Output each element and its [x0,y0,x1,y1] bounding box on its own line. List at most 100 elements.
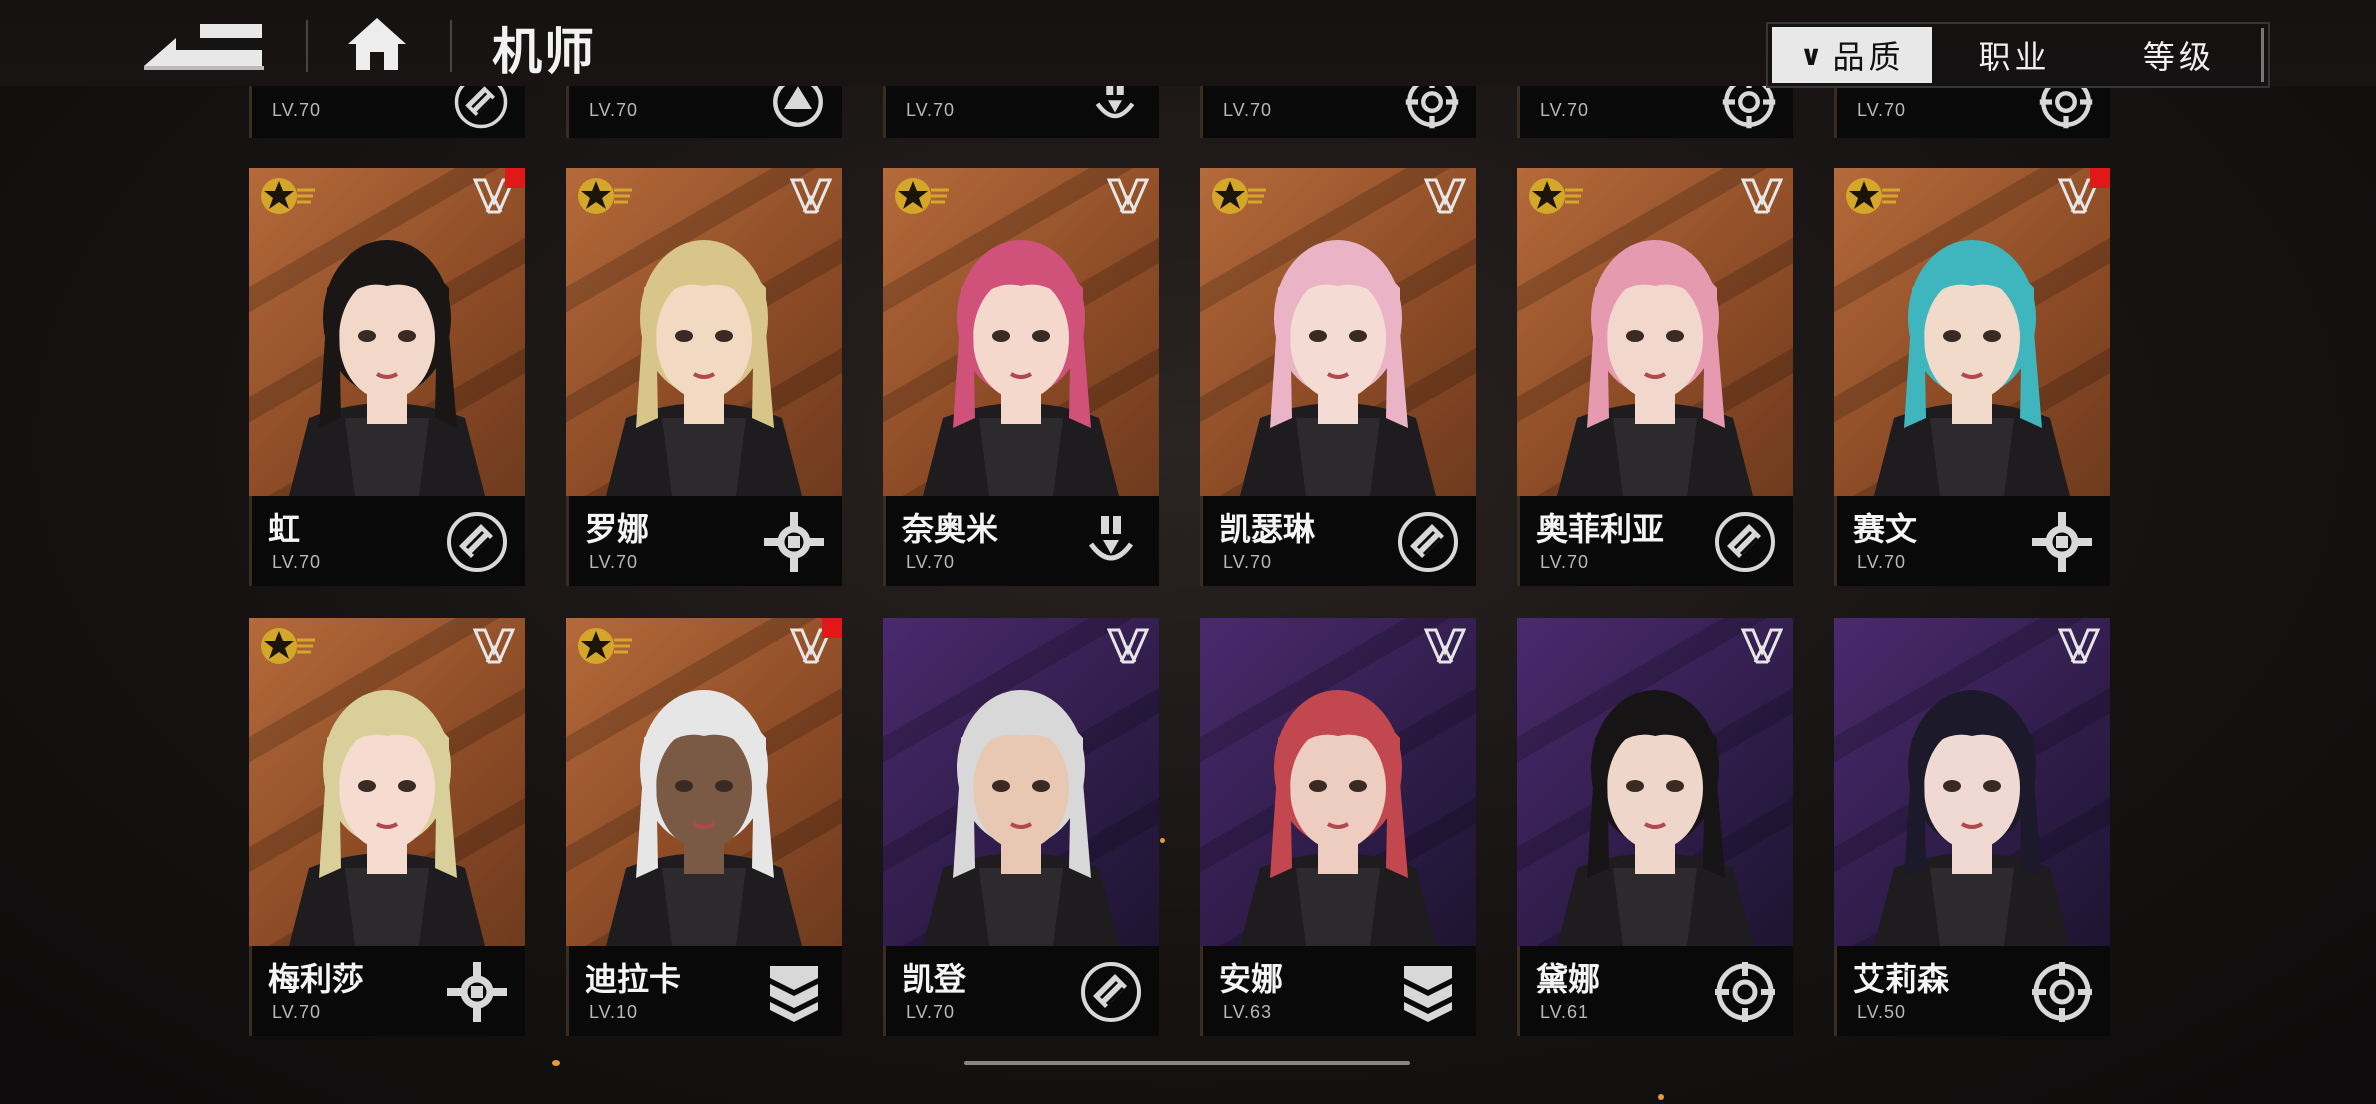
pilot-card[interactable]: 罗娜 LV.70 [566,168,842,586]
pilot-level: LV.70 [272,100,322,120]
pilot-portrait-art [606,240,802,496]
assault-class-icon [447,512,507,572]
pilot-card[interactable]: 黛娜 LV.61 [1517,618,1793,1036]
pilot-portrait [566,618,842,946]
sort-tab-class[interactable]: 职业 [1932,27,2096,83]
sort-tab-label: 职业 [1978,38,2051,76]
pilot-card[interactable]: 梅利莎 LV.70 [249,618,525,1036]
pilot-name: 凯瑟琳 [1219,510,1316,548]
back-arrow-icon [144,24,264,70]
pilot-level: LV.70 [906,552,956,572]
pilot-level: LV.70 [1857,552,1907,572]
assault-class-icon [1398,512,1458,572]
recon-class-icon [2032,962,2092,1022]
pilot-info-bar: 艾莉森 LV.50 [1834,946,2110,1036]
pilot-name: 赛文 [1853,510,1918,548]
pilot-level: LV.70 [1223,552,1273,572]
pilot-portrait-art [1874,240,2070,496]
sort-bar-divider [2261,28,2264,82]
rarity-star-icon [261,178,315,214]
pilot-portrait [1834,618,2110,946]
new-badge [2090,168,2110,188]
ember-particle [1160,838,1165,843]
pilot-info-bar: 安娜 LV.63 [1200,946,1476,1036]
page-title: 机师 [492,23,596,81]
pilot-card[interactable]: 凯瑟琳 LV.70 [1200,168,1476,586]
pilot-portrait [249,168,525,496]
pilot-level: LV.70 [1857,100,1907,120]
pilot-info-bar: 迪拉卡 LV.10 [566,946,842,1036]
pilot-level: LV.70 [1540,552,1590,572]
pilot-name: 梅利莎 [268,960,365,998]
sort-tab-label: 品质 [1832,38,1905,76]
home-button[interactable] [344,14,410,74]
pilot-portrait [1517,618,1793,946]
pilot-name: 虹 [268,510,301,548]
pilot-portrait-art [1240,690,1436,946]
pilot-info-bar: 梅利莎 LV.70 [249,946,525,1036]
pilot-card[interactable]: 奈奥米 LV.70 [883,168,1159,586]
new-badge [505,168,525,188]
top-bar: 机师 ∨ 品质 职业 等级 [0,0,2376,96]
sort-tab-quality[interactable]: ∨ 品质 [1772,27,1933,83]
rank-emblem-icon [473,628,515,664]
ember-particle [552,1060,560,1066]
sort-tab-level[interactable]: 等级 [2097,27,2261,83]
pilot-portrait-art [923,240,1119,496]
pilot-info-bar: 罗娜 LV.70 [566,496,842,586]
pilot-card[interactable]: 艾莉森 LV.50 [1834,618,2110,1036]
rank-emblem-icon [1424,178,1466,214]
pilot-level: LV.61 [1540,1002,1590,1022]
pilot-level: LV.70 [272,1002,322,1022]
pilot-card[interactable]: 迪拉卡 LV.10 [566,618,842,1036]
pilot-info-bar: 凯登 LV.70 [883,946,1159,1036]
pilot-portrait-art [1557,240,1753,496]
engineer-class-icon [764,512,824,572]
pilot-portrait [249,618,525,946]
divider [306,20,308,72]
pilot-card[interactable]: 虹 LV.70 [249,168,525,586]
pilot-card[interactable]: 赛文 LV.70 [1834,168,2110,586]
pilot-info-bar: 虹 LV.70 [249,496,525,586]
pilot-info-bar: 奥菲利亚 LV.70 [1517,496,1793,586]
back-button[interactable] [140,18,270,74]
recon-class-icon [1715,962,1775,1022]
pilot-portrait [1517,168,1793,496]
pilot-portrait-art [289,690,485,946]
pilot-info-bar: 黛娜 LV.61 [1517,946,1793,1036]
pilot-level: LV.70 [1540,100,1590,120]
pilot-name: 迪拉卡 [585,960,682,998]
rank-emblem-icon [1741,628,1783,664]
rarity-star-icon [1212,178,1266,214]
pilot-portrait-art [1874,690,2070,946]
pilot-portrait [566,168,842,496]
pilot-grid: 虹 LV.70 罗娜 LV.70 奈奥米 LV.70 凯瑟琳 LV.70 奥菲利… [249,168,2110,1036]
rarity-star-icon [1846,178,1900,214]
rank-emblem-icon [1107,628,1149,664]
pilot-level: LV.70 [1223,100,1273,120]
divider [450,20,452,72]
engineer-class-icon [2032,512,2092,572]
pilot-portrait [883,168,1159,496]
pilot-portrait [883,618,1159,946]
pilot-level: LV.70 [906,1002,956,1022]
pilot-level: LV.70 [906,100,956,120]
chevron-down-icon: ∨ [1799,38,1827,72]
pilot-name: 安娜 [1219,960,1284,998]
scroll-indicator[interactable] [964,1061,1410,1065]
pilot-name: 黛娜 [1536,960,1601,998]
sort-tab-label: 等级 [2142,38,2215,76]
rarity-star-icon [895,178,949,214]
pilot-portrait-art [1240,240,1436,496]
pilot-card[interactable]: 安娜 LV.63 [1200,618,1476,1036]
pilot-card[interactable]: 奥菲利亚 LV.70 [1517,168,1793,586]
pilot-portrait-art [606,690,802,946]
defender-class-icon [770,966,818,1022]
pilot-card[interactable]: 凯登 LV.70 [883,618,1159,1036]
engineer-class-icon [447,962,507,1022]
rarity-star-icon [1529,178,1583,214]
pilot-level: LV.70 [589,552,639,572]
pilot-portrait-art [289,240,485,496]
sniper-class-icon [1088,516,1134,561]
rank-emblem-icon [1424,628,1466,664]
